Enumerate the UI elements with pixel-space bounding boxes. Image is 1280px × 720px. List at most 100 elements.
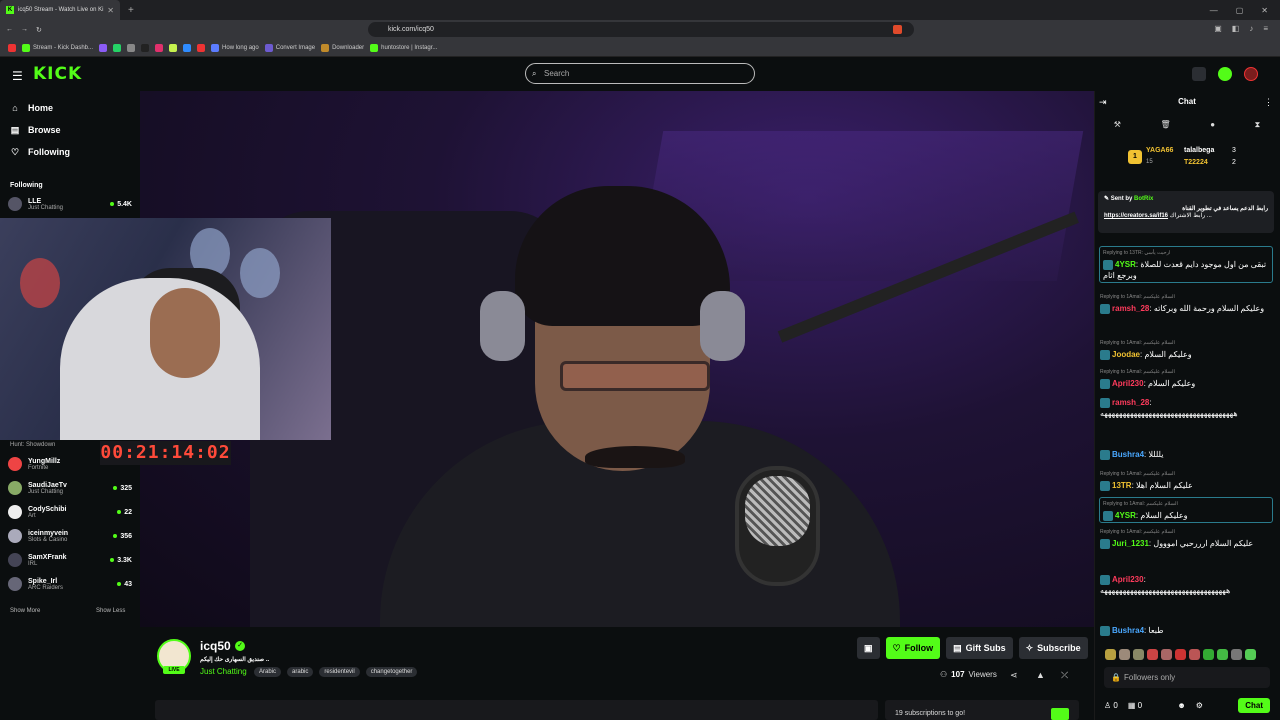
chat-message[interactable]: April230: هههههههههههههههههههههههههههههه… — [1100, 574, 1274, 596]
inbox-icon[interactable] — [1192, 67, 1206, 81]
close-tab-icon[interactable]: ✕ — [107, 6, 114, 15]
leaderboard-name[interactable]: YAGA66 — [1146, 147, 1173, 154]
extension-icon[interactable]: ▣ — [1214, 24, 1222, 33]
hammer-icon[interactable]: ⚒ — [1114, 120, 1121, 130]
tag[interactable]: residentevil — [319, 667, 360, 677]
chat-input[interactable]: 🔒 Followers only — [1104, 667, 1270, 688]
chat-message[interactable]: Replying to 13TR: ارحبت يأسي 4YSR: تبقى م… — [1099, 246, 1273, 283]
following-channel[interactable]: SaudiJaeTv Just Chatting 325 — [8, 481, 132, 495]
chat-username[interactable]: Juri_1231 — [1112, 539, 1149, 548]
back-icon[interactable]: ← — [6, 26, 13, 33]
kick-points-counter[interactable]: ♙ 0 — [1104, 701, 1118, 710]
nav-following[interactable]: ♡ Following — [0, 141, 140, 163]
bookmark-item[interactable]: huntostore | Instagr... — [370, 43, 437, 52]
pinned-message[interactable]: ✎ Sent by BotRix رابط الدعم يساعد في تطو… — [1098, 191, 1274, 233]
bookmark-item[interactable]: Convert Image — [264, 43, 315, 52]
trash-icon[interactable]: 🗑 — [1160, 120, 1170, 130]
chat-message[interactable]: Replying to 1Amal: السلام عليكسم 4YSR: وع… — [1099, 497, 1273, 523]
follow-button[interactable]: ♡ Follow — [885, 637, 941, 659]
leaderboard-name[interactable]: T22224 — [1184, 159, 1208, 166]
user-avatar[interactable] — [1244, 67, 1258, 81]
bookmark-icon[interactable] — [169, 43, 178, 52]
search-input[interactable]: ⌕ Search — [525, 63, 755, 84]
whatsapp-icon[interactable] — [113, 43, 122, 52]
emote[interactable] — [1203, 649, 1214, 660]
tag[interactable]: changetogether — [365, 667, 418, 677]
chat-message[interactable]: Replying to 1Amal: السلام عليكسم Joodae: … — [1100, 338, 1274, 360]
bookmark-item[interactable]: How long ago — [211, 43, 259, 52]
show-less-link[interactable]: Show Less — [96, 608, 125, 614]
pinned-link[interactable]: https://creators.sa/if16 — [1104, 213, 1168, 219]
youtube-icon[interactable] — [197, 43, 206, 52]
chat-username[interactable]: 4YSR — [1115, 511, 1136, 520]
chat-username[interactable]: ramsh_28 — [1112, 304, 1149, 313]
emote[interactable] — [1161, 649, 1172, 660]
bookmark-icon[interactable] — [183, 43, 192, 52]
nav-home[interactable]: ⌂ Home — [0, 97, 140, 119]
following-channel[interactable]: LLE Just Chatting 5.4K — [8, 197, 132, 211]
tag[interactable]: arabic — [287, 667, 314, 677]
channel-name[interactable]: icq50 — [200, 639, 231, 653]
following-channel[interactable]: CodySchibi Art 22 — [8, 505, 132, 519]
chat-message[interactable]: Replying to 1Amal: السلام عليكسم ramsh_28… — [1100, 292, 1274, 314]
share-icon[interactable]: ⋖ — [1010, 670, 1018, 681]
chat-username[interactable]: 13TR — [1112, 481, 1132, 490]
browser-tab[interactable]: K icq50 Stream - Watch Live on Ki ✕ — [0, 0, 120, 20]
chat-bubble-icon[interactable]: ● — [1210, 120, 1215, 130]
forward-icon[interactable]: → — [21, 26, 28, 33]
emote[interactable] — [1189, 649, 1200, 660]
chat-username[interactable]: Bushra4 — [1112, 450, 1144, 459]
emote-icon[interactable]: ☻ — [1177, 701, 1185, 710]
chat-message[interactable]: Replying to 1Amal: السلام عليكسم April230… — [1100, 367, 1274, 389]
emote[interactable] — [1119, 649, 1130, 660]
hourglass-icon[interactable]: ⧗ — [1255, 120, 1261, 130]
emote[interactable] — [1175, 649, 1186, 660]
instagram-icon[interactable] — [155, 43, 164, 52]
maximize-icon[interactable]: ▢ — [1236, 6, 1244, 15]
chat-message[interactable]: Replying to 1Amal: السلام عليكسم 13TR: عل… — [1100, 469, 1274, 491]
inventory-counter[interactable]: ▦ 0 — [1128, 701, 1142, 710]
chat-username[interactable]: 4YSR — [1115, 260, 1136, 269]
tiktok-icon[interactable] — [141, 43, 150, 52]
hamburger-menu-icon[interactable]: ☰ — [12, 69, 23, 83]
extension-icon[interactable]: ◧ — [1232, 24, 1240, 33]
bookmark-item[interactable]: Downloader — [321, 43, 364, 52]
bookmark-icon[interactable] — [8, 43, 16, 52]
theater-mode-icon[interactable]: ⤫ — [1061, 670, 1068, 681]
clip-button[interactable]: ▣ — [857, 637, 880, 659]
emote[interactable] — [1147, 649, 1158, 660]
nav-browse[interactable]: ▤ Browse — [0, 119, 140, 141]
leaderboard-name[interactable]: talalbega — [1184, 147, 1214, 154]
emote[interactable] — [1133, 649, 1144, 660]
report-icon[interactable]: ▲ — [1036, 670, 1045, 680]
new-tab-icon[interactable]: + — [128, 5, 134, 16]
chat-message[interactable]: Replying to 1Amal: السلام عليكسم Juri_123… — [1100, 527, 1274, 549]
following-channel[interactable]: iceinmyvein Slots & Casino 356 — [8, 529, 132, 543]
tag[interactable]: Arabic — [254, 667, 282, 677]
bookmark-item[interactable]: Stream - Kick Dashb... — [22, 43, 93, 52]
chat-username[interactable]: ramsh_28 — [1112, 398, 1149, 407]
following-channel[interactable]: SamXFrank IRL 3.3K — [8, 553, 132, 567]
bookmark-icon[interactable] — [99, 43, 108, 52]
x-icon[interactable] — [127, 43, 136, 52]
following-channel[interactable]: Spike_Irl ARC Raiders 43 — [8, 577, 132, 591]
reload-icon[interactable]: ↻ — [36, 26, 42, 34]
url-field[interactable]: kick.com/icq50 — [368, 22, 914, 37]
brave-shield-icon[interactable] — [893, 25, 902, 34]
emote[interactable] — [1245, 649, 1256, 660]
extension-icon[interactable]: ♪ — [1249, 24, 1253, 33]
chat-menu-icon[interactable]: ⋮ — [1264, 97, 1273, 108]
kick-logo[interactable]: KICK — [33, 64, 82, 84]
chat-username[interactable]: April230 — [1112, 575, 1144, 584]
subs-goal-button[interactable] — [1051, 708, 1069, 720]
chat-username[interactable]: April230 — [1112, 379, 1144, 388]
emote[interactable] — [1231, 649, 1242, 660]
kick-points-icon[interactable] — [1218, 67, 1232, 81]
chat-username[interactable]: Bushra4 — [1112, 626, 1144, 635]
settings-icon[interactable]: ⚙ — [1196, 701, 1203, 710]
close-window-icon[interactable]: ✕ — [1261, 6, 1268, 15]
menu-icon[interactable]: ≡ — [1263, 24, 1268, 33]
chat-message[interactable]: Bushra4: يللللا — [1100, 449, 1274, 460]
chat-message[interactable]: ramsh_28: هههههههههههههههههههههههههههههه… — [1100, 397, 1274, 419]
emote[interactable] — [1217, 649, 1228, 660]
